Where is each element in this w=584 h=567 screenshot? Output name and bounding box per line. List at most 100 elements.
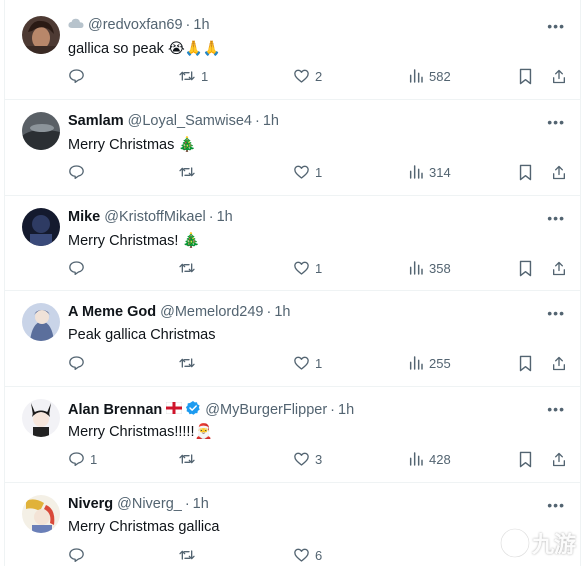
more-options-button[interactable]: ••• [547, 497, 565, 513]
tweet-text-content: Merry Christmas!!!!! [68, 423, 195, 440]
share-icon [553, 165, 565, 180]
timestamp[interactable]: 1h [217, 209, 233, 225]
reply-button[interactable] [68, 164, 90, 180]
more-options-button[interactable]: ••• [547, 401, 565, 417]
share-button[interactable] [551, 451, 567, 468]
bookmark-button[interactable] [518, 260, 533, 277]
timestamp[interactable]: 1h [193, 496, 209, 512]
retweet-button[interactable] [178, 164, 201, 180]
author-handle[interactable]: @Loyal_Samwise4 [128, 113, 252, 129]
more-options-button[interactable]: ••• [547, 18, 565, 34]
bookmark-icon [519, 451, 532, 468]
share-button[interactable] [551, 164, 567, 181]
retweet-count: 1 [201, 68, 209, 84]
bookmark-button[interactable] [518, 164, 533, 181]
author-handle[interactable]: @KristoffMikael [104, 209, 205, 225]
action-bar: 1 2 582 [68, 68, 567, 88]
views-icon [409, 69, 423, 83]
view-count: 358 [429, 260, 451, 276]
action-bar: 1 3 428 [68, 451, 567, 471]
reply-button[interactable] [68, 68, 90, 84]
avatar[interactable] [22, 399, 60, 437]
tweet-item[interactable]: Samlam @Loyal_Samwise4 · 1h ••• Merry Ch… [4, 100, 581, 196]
bookmark-button[interactable] [518, 355, 533, 372]
reply-icon [69, 69, 84, 83]
author-name[interactable]: Samlam [68, 113, 124, 129]
view-count: 314 [429, 164, 451, 180]
tweet-item[interactable]: Mike @KristoffMikael · 1h ••• Merry Chri… [4, 196, 581, 291]
like-button[interactable]: 6 [293, 547, 322, 563]
retweet-button[interactable] [178, 260, 201, 276]
tweet-text-content: Merry Christmas! [68, 232, 179, 249]
bookmark-button[interactable] [518, 68, 533, 85]
tweet-header: Samlam @Loyal_Samwise4 · 1h [68, 113, 279, 129]
retweet-icon [179, 550, 195, 560]
more-options-button[interactable]: ••• [547, 114, 565, 130]
author-handle[interactable]: @Niverg_ [117, 496, 182, 512]
views-button[interactable]: 582 [408, 68, 451, 84]
retweet-icon [179, 167, 195, 177]
like-button[interactable]: 1 [293, 164, 322, 180]
author-name[interactable]: Niverg [68, 496, 113, 512]
views-icon [409, 165, 423, 179]
cloud-icon [68, 17, 84, 33]
reply-button[interactable]: 1 [68, 451, 97, 467]
tweet-text: Peak gallica Christmas [68, 327, 215, 343]
author-name[interactable]: Alan Brennan [68, 402, 162, 418]
avatar[interactable] [22, 112, 60, 150]
timestamp[interactable]: 1h [274, 304, 290, 320]
share-icon [553, 452, 565, 467]
share-icon [553, 261, 565, 276]
separator-dot: · [184, 496, 190, 512]
tweet-text: Merry Christmas 🎄 [68, 136, 196, 154]
like-button[interactable]: 3 [293, 451, 322, 467]
timestamp[interactable]: 1h [193, 17, 209, 33]
share-button[interactable] [551, 68, 567, 85]
separator-dot: · [185, 17, 191, 33]
tweet-text: Merry Christmas gallica [68, 519, 219, 535]
tweet-header: Alan Brennan @MyBurgerFlipper · 1h [68, 400, 354, 420]
reply-button[interactable] [68, 260, 90, 276]
bookmark-button[interactable] [518, 451, 533, 468]
views-button[interactable]: 428 [408, 451, 451, 467]
retweet-button[interactable] [178, 451, 201, 467]
separator-dot: · [266, 304, 272, 320]
tweet-item[interactable]: @redvoxfan69 · 1h ••• gallica so peak 😭🙏… [4, 0, 581, 100]
author-name[interactable]: Mike [68, 209, 100, 225]
tweet-text-content: Merry Christmas [68, 136, 175, 153]
tweet-feed: @redvoxfan69 · 1h ••• gallica so peak 😭🙏… [0, 0, 584, 566]
watermark-logo: 九游 [498, 526, 576, 560]
tweet-item[interactable]: A Meme God @Memelord249 · 1h ••• Peak ga… [4, 291, 581, 387]
views-button[interactable]: 255 [408, 355, 451, 371]
author-handle[interactable]: @MyBurgerFlipper [205, 402, 327, 418]
timestamp[interactable]: 1h [338, 402, 354, 418]
retweet-button[interactable] [178, 547, 201, 563]
avatar[interactable] [22, 303, 60, 341]
like-button[interactable]: 2 [293, 68, 322, 84]
views-button[interactable]: 358 [408, 260, 451, 276]
reply-button[interactable] [68, 355, 90, 371]
avatar[interactable] [22, 495, 60, 533]
like-count: 2 [315, 68, 323, 84]
tweet-item[interactable]: Niverg @Niverg_ · 1h ••• Merry Christmas… [4, 483, 581, 566]
like-button[interactable]: 1 [293, 260, 322, 276]
share-button[interactable] [551, 355, 567, 372]
more-options-button[interactable]: ••• [547, 305, 565, 321]
more-options-button[interactable]: ••• [547, 210, 565, 226]
timestamp[interactable]: 1h [263, 113, 279, 129]
share-button[interactable] [551, 260, 567, 277]
like-button[interactable]: 1 [293, 355, 322, 371]
verified-badge-icon[interactable] [185, 400, 201, 420]
avatar[interactable] [22, 208, 60, 246]
tweet-item[interactable]: Alan Brennan @MyBurgerFlipper · 1h ••• M… [4, 387, 581, 483]
retweet-button[interactable] [178, 355, 201, 371]
bookmark-icon [519, 260, 532, 277]
author-name[interactable]: A Meme God [68, 304, 156, 320]
author-handle[interactable]: @Memelord249 [160, 304, 263, 320]
retweet-button[interactable]: 1 [178, 68, 208, 84]
author-handle[interactable]: @redvoxfan69 [88, 17, 183, 33]
views-button[interactable]: 314 [408, 164, 451, 180]
avatar[interactable] [22, 16, 60, 54]
heart-icon [294, 548, 309, 562]
reply-button[interactable] [68, 547, 90, 563]
